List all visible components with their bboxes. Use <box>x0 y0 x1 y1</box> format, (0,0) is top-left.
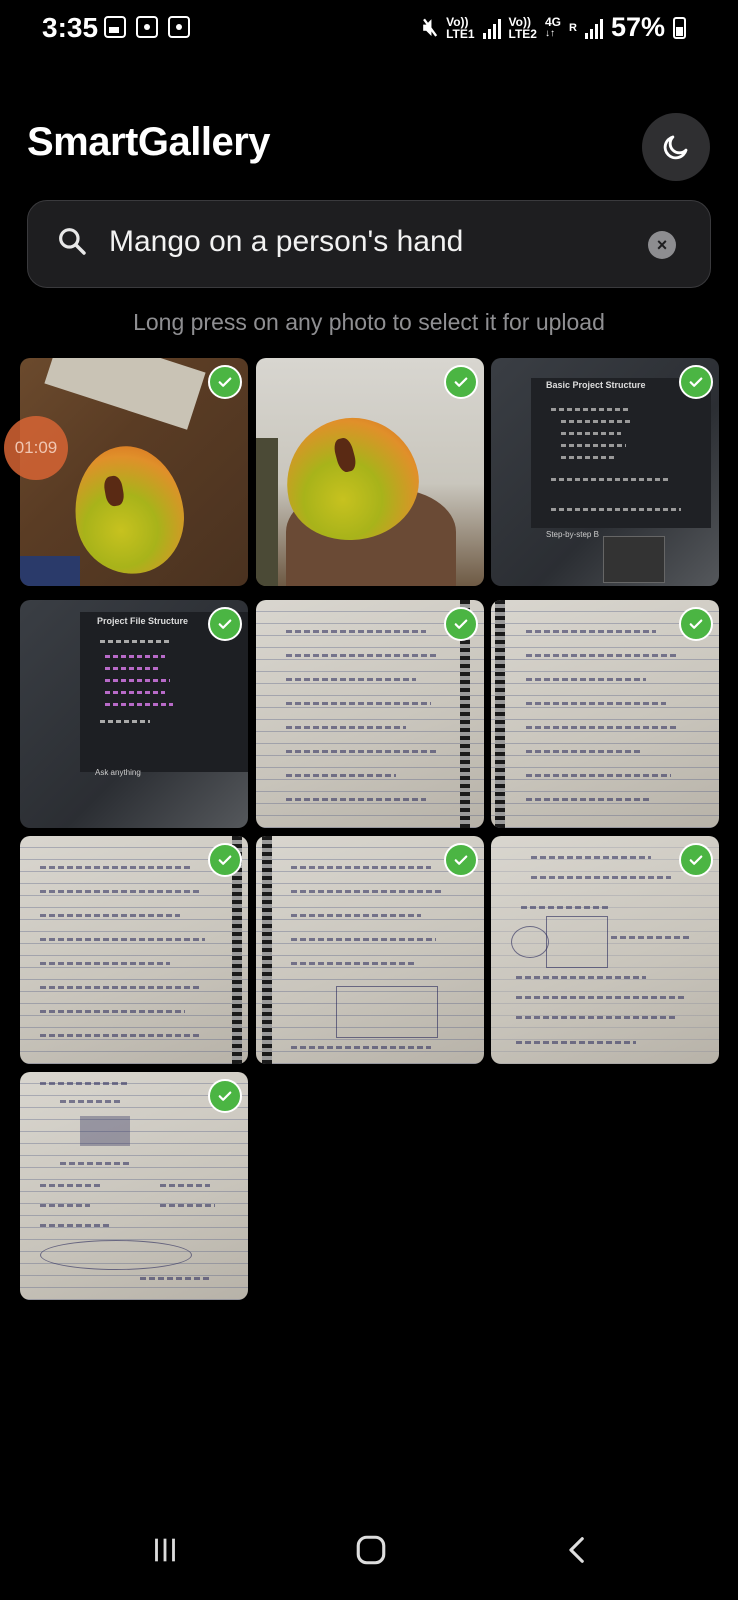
recording-timer[interactable]: 01:09 <box>4 416 68 480</box>
photo-tile[interactable] <box>256 358 484 586</box>
photo-tile[interactable] <box>491 600 719 828</box>
selected-check-icon <box>208 365 242 399</box>
roaming-indicator: R <box>569 21 577 34</box>
signal-icon-2 <box>584 17 603 39</box>
app-title: SmartGallery <box>27 120 271 164</box>
photo-tile[interactable]: Project File Structure Ask anything <box>20 600 248 828</box>
mute-icon: 🔇︎ <box>422 13 439 41</box>
selected-check-icon <box>208 1079 242 1113</box>
back-button[interactable] <box>538 1520 618 1580</box>
home-icon <box>356 1535 386 1565</box>
back-icon <box>569 1537 584 1563</box>
selected-check-icon <box>208 607 242 641</box>
selected-check-icon <box>444 365 478 399</box>
selected-check-icon <box>444 843 478 877</box>
image-icon <box>104 16 126 38</box>
photo-tile[interactable] <box>256 836 484 1064</box>
upload-hint: Long press on any photo to select it for… <box>133 309 605 335</box>
photo-screen-footer: Step-by-step B <box>546 530 599 539</box>
navigation-bar <box>0 1520 738 1600</box>
theme-toggle-button[interactable] <box>642 113 710 181</box>
battery-icon <box>673 16 686 39</box>
search-input[interactable]: Mango on a person's hand <box>109 225 463 259</box>
selected-check-icon <box>679 607 713 641</box>
home-button[interactable] <box>331 1520 411 1580</box>
system-indicators: 🔇︎ Vo)) LTE1 Vo)) LTE2 4G ↓↑ R 57% <box>423 12 686 43</box>
moon-icon <box>663 135 688 160</box>
status-bar: 3:35 🔇︎ Vo)) LTE1 Vo)) LTE2 4G ↓↑ R 57% <box>0 0 738 58</box>
search-bar[interactable]: Mango on a person's hand × <box>27 200 711 288</box>
photo-tile[interactable]: Basic Project Structure Step-by-step B <box>491 358 719 586</box>
sim1-label: Vo)) LTE1 <box>446 14 475 41</box>
clear-icon[interactable]: × <box>648 231 676 259</box>
selected-check-icon <box>679 365 713 399</box>
screenshot-icon <box>136 16 158 38</box>
selected-check-icon <box>679 843 713 877</box>
selected-check-icon <box>444 607 478 641</box>
photo-tile[interactable] <box>20 1072 248 1300</box>
search-icon <box>59 228 86 255</box>
sim2-label: Vo)) LTE2 <box>508 14 537 41</box>
photo-screen-footer: Ask anything <box>95 768 141 777</box>
photo-screen-title: Project File Structure <box>97 616 189 626</box>
notification-icons <box>104 16 190 38</box>
photo-tile[interactable] <box>20 836 248 1064</box>
focus-icon <box>168 16 190 38</box>
photo-tile[interactable] <box>256 600 484 828</box>
recents-icon <box>155 1538 175 1562</box>
status-time: 3:35 <box>42 12 99 43</box>
network-type: 4G ↓↑ <box>544 14 561 39</box>
recents-button[interactable] <box>125 1520 205 1580</box>
battery-percent: 57% <box>610 12 665 42</box>
photo-screen-title: Basic Project Structure <box>546 380 646 390</box>
photo-tile[interactable] <box>491 836 719 1064</box>
selected-check-icon <box>208 843 242 877</box>
signal-icon <box>482 17 501 39</box>
